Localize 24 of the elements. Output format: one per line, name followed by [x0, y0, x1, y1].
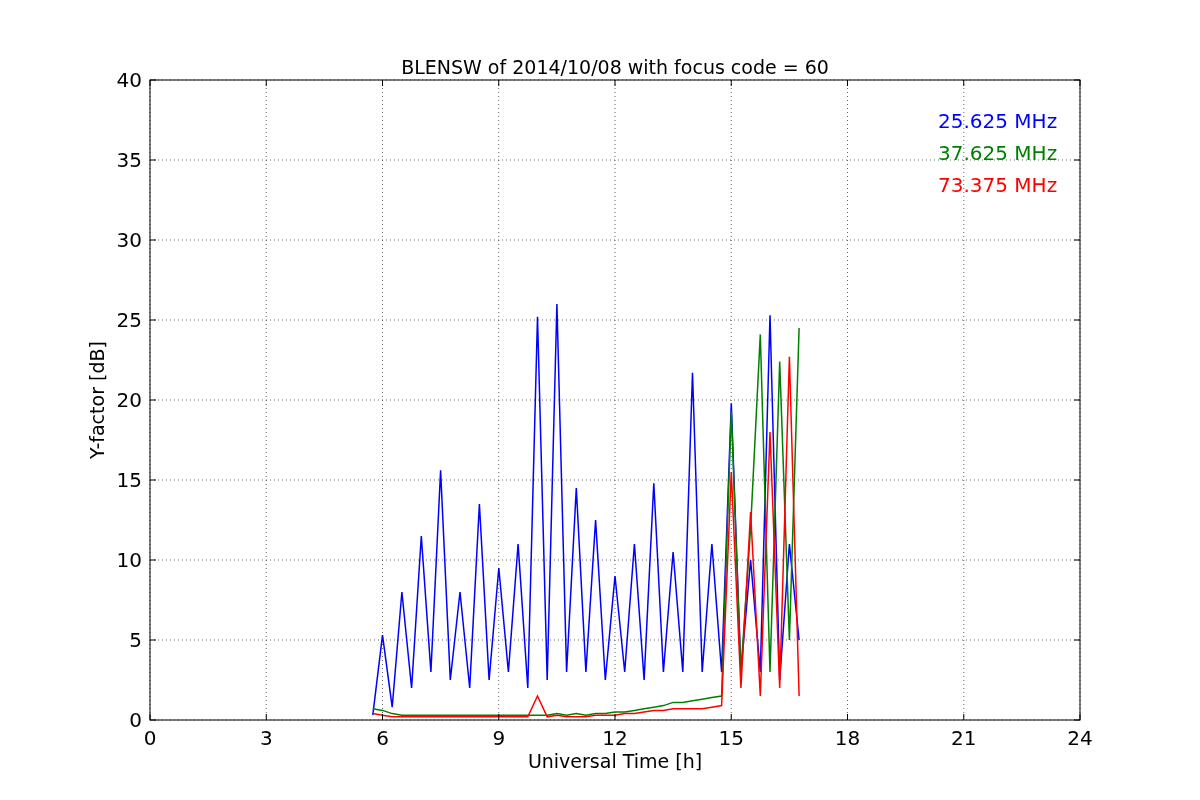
x-tick-label: 21 [951, 726, 977, 750]
legend-label: 73.375 MHz [938, 173, 1058, 197]
x-axis-label: Universal Time [h] [527, 750, 703, 772]
y-tick-label: 0 [129, 708, 142, 732]
legend-label: 25.625 MHz [938, 109, 1058, 133]
y-tick-label: 20 [116, 388, 142, 412]
legend-label: 37.625 MHz [938, 141, 1058, 165]
x-tick-label: 3 [259, 726, 273, 750]
x-tick-label: 24 [1067, 726, 1093, 750]
y-tick-label: 40 [116, 68, 142, 92]
x-tick-label: 12 [602, 726, 628, 750]
y-tick-label: 30 [116, 228, 142, 252]
x-tick-label: 6 [376, 726, 389, 750]
y-tick-label: 35 [116, 148, 142, 172]
y-tick-label: 10 [116, 548, 142, 572]
x-tick-label: 15 [718, 726, 744, 750]
x-tick-label: 18 [834, 726, 861, 750]
x-tick-label: 9 [492, 726, 506, 750]
y-tick-label: 25 [116, 308, 142, 332]
x-tick-label: 0 [143, 726, 157, 750]
y-axis-label: Y-factor [dB] [86, 341, 108, 459]
y-tick-label: 15 [116, 468, 142, 492]
chart-title: BLENSW of 2014/10/08 with focus code = 60 [401, 56, 829, 78]
y-tick-label: 5 [129, 628, 142, 652]
